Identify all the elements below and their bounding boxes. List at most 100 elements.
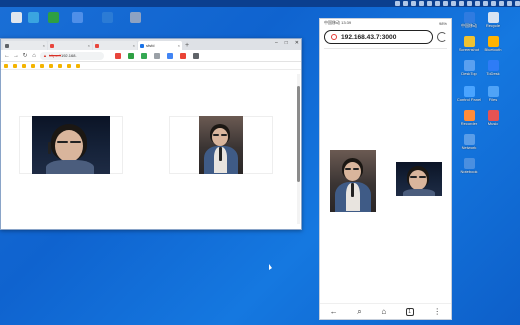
tray-icon[interactable] [443,1,448,6]
extension-icon[interactable] [141,52,147,59]
tray-icon[interactable] [395,1,400,6]
folder-icon [67,63,71,68]
not-secure-icon: ▲ [43,53,47,58]
phone-local-video[interactable] [396,162,442,196]
extension-icon[interactable] [115,52,121,59]
app-icon [487,60,499,71]
new-tab-button[interactable]: + [183,41,191,50]
app-icon [27,12,39,23]
desktop-icon[interactable]: Recycle [478,12,508,29]
desktop-icon[interactable]: Music [478,110,508,127]
tray-icon[interactable] [435,1,440,6]
bookmark-item[interactable] [31,63,36,68]
not-secure-icon [331,34,337,40]
local-video[interactable] [32,116,110,174]
tray-icon[interactable] [419,1,424,6]
desktop-icon[interactable] [92,12,122,24]
app-icon [463,86,475,97]
desktop-icon-label: ToDesk [486,71,500,76]
close-icon[interactable]: ✕ [295,40,299,46]
app-icon [463,158,475,169]
tray-icon[interactable] [483,1,488,6]
phone-url-bar: 192.168.43.7:3000 [320,27,451,47]
app-icon [71,12,83,23]
tab-close-icon[interactable]: × [178,43,180,48]
browser-tab[interactable]: × [48,41,92,50]
bookmark-item[interactable] [58,63,63,68]
desktop-icon[interactable] [120,12,150,24]
browser-tab[interactable]: × [3,41,47,50]
desktop-icon[interactable] [62,12,92,24]
back-icon[interactable]: ← [4,53,10,59]
forward-icon[interactable]: → [13,53,19,59]
tab-close-icon[interactable]: × [133,43,135,48]
tray-icon[interactable] [403,1,408,6]
browser-toolbar: ← → ↻ ⌂ ▲ https://192.168. [1,50,301,62]
tabs-count-icon[interactable]: 1 [405,307,414,316]
tray-icon[interactable] [499,1,504,6]
reload-icon[interactable]: ↻ [22,52,28,59]
folder-icon [49,63,53,68]
tray-icon[interactable] [411,1,416,6]
tray-icon[interactable] [475,1,480,6]
menu-icon[interactable]: ⋮ [433,307,441,316]
tab-close-icon[interactable]: × [43,43,45,48]
maximize-icon[interactable]: □ [285,40,288,46]
back-icon[interactable]: ← [330,307,338,316]
tray-icon[interactable] [507,1,512,6]
phone-remote-video[interactable] [330,150,376,212]
phone-url-text: 192.168.43.7:3000 [341,33,397,41]
browser-tab-active[interactable]: sfsfd × [138,41,182,50]
desktop-icon[interactable]: Bluetooth [478,36,508,53]
tray-icon[interactable] [451,1,456,6]
tray-icon[interactable] [427,1,432,6]
desktop-icon[interactable]: ToDesk [478,60,508,77]
app-icon [487,110,499,121]
address-text: https://192.168. [48,53,77,58]
extension-icon[interactable] [154,52,160,59]
extension-icon[interactable] [167,52,173,59]
extension-icon[interactable] [128,52,134,59]
battery-level: 98% [438,20,447,26]
scrollbar-thumb[interactable] [297,86,300,182]
app-icon [463,36,475,47]
tray-icon[interactable] [515,1,520,6]
address-bar[interactable]: ▲ https://192.168. [40,51,104,60]
folder-icon [40,63,44,68]
desktop-icon[interactable]: Network [454,134,484,151]
tray-icon[interactable] [459,1,464,6]
phone-nav-bar: ← ⌕ ⌂ 1 ⋮ [320,303,451,319]
bookmark-item[interactable] [13,63,18,68]
phone-screen: 中国移动 13:39 98% 192.168.43.7:3000 ← ⌕ ⌂ 1… [319,18,452,320]
vertical-scrollbar[interactable] [297,74,300,224]
bookmark-item[interactable] [76,63,81,68]
bookmark-item[interactable] [49,63,54,68]
home-icon[interactable]: ⌂ [381,307,386,316]
phone-address-field[interactable]: 192.168.43.7:3000 [324,30,433,44]
refresh-icon[interactable] [437,32,447,42]
home-icon[interactable]: ⌂ [31,53,37,59]
browser-window[interactable]: × × × sfsfd × + – □ ✕ ← → ↻ ⌂ ▲ https://… [0,38,302,230]
bookmark-item[interactable] [4,63,9,68]
folder-icon [31,63,35,68]
minimize-icon[interactable]: – [275,40,278,46]
tab-title: sfsfd [146,43,155,48]
desktop-icon[interactable]: Notebook [454,158,484,175]
remote-video[interactable] [199,116,243,174]
tab-close-icon[interactable]: × [88,43,90,48]
bookmark-item[interactable] [40,63,45,68]
bookmark-item[interactable] [67,63,72,68]
app-icon [101,12,113,23]
extension-icon[interactable] [193,52,199,59]
app-icon [47,12,59,23]
app-icon [129,12,141,23]
extension-icon[interactable] [180,52,186,59]
tray-icon[interactable] [467,1,472,6]
bookmark-item[interactable] [22,63,27,68]
search-icon[interactable]: ⌕ [357,307,361,317]
app-icon [463,134,475,145]
phone-status-bar: 中国移动 13:39 98% [320,19,451,27]
browser-tab[interactable]: × [93,41,137,50]
desktop-icon[interactable]: Files [478,86,508,103]
tray-icon[interactable] [491,1,496,6]
